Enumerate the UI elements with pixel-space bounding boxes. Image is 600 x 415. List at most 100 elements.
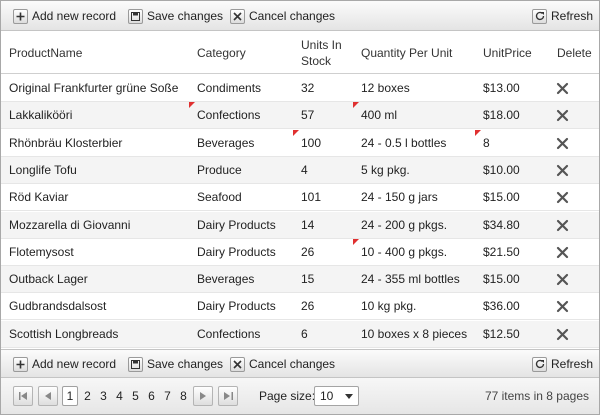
cancel-changes-button[interactable]: Cancel changes xyxy=(230,7,335,25)
save-changes-button-bottom[interactable]: Save changes xyxy=(128,355,223,373)
previous-page-button[interactable] xyxy=(38,386,58,406)
delete-icon[interactable] xyxy=(556,82,569,95)
page-size-select[interactable]: 10 xyxy=(314,386,359,406)
cell-units[interactable]: 6 xyxy=(301,321,308,348)
cell-category[interactable]: Confections xyxy=(197,321,260,348)
cell-name[interactable]: Rhönbräu Klosterbier xyxy=(9,130,122,157)
cell-qty[interactable]: 10 - 400 g pkgs. xyxy=(361,239,447,266)
delete-icon[interactable] xyxy=(556,109,569,122)
delete-icon[interactable] xyxy=(556,137,569,150)
cell-category[interactable]: Produce xyxy=(197,157,242,184)
column-header-productname[interactable]: ProductName xyxy=(9,32,82,74)
table-row[interactable]: Flotemysost Dairy Products 26 10 - 400 g pk… xyxy=(1,238,599,266)
table-row[interactable]: Outback Lager Beverages 15 24 - 355 ml bott… xyxy=(1,266,599,294)
cell-price[interactable]: $36.00 xyxy=(483,293,520,320)
cell-price[interactable]: $12.50 xyxy=(483,321,520,348)
page-number-3[interactable]: 3 xyxy=(97,386,110,406)
cell-units[interactable]: 57 xyxy=(301,102,314,129)
page-number-4[interactable]: 4 xyxy=(113,386,126,406)
cell-category[interactable]: Beverages xyxy=(197,266,254,293)
cell-units[interactable]: 101 xyxy=(301,184,321,211)
cell-qty[interactable]: 12 boxes xyxy=(361,75,410,102)
cell-price[interactable]: $15.00 xyxy=(483,266,520,293)
page-number-8[interactable]: 8 xyxy=(177,386,190,406)
cell-name[interactable]: Scottish Longbreads xyxy=(9,321,118,348)
cell-name[interactable]: Lakkalikööri xyxy=(9,102,72,129)
delete-icon[interactable] xyxy=(556,164,569,177)
column-header-quantity-per-unit[interactable]: Quantity Per Unit xyxy=(361,32,452,74)
table-row[interactable]: Rhönbräu Klosterbier Beverages 100 24 - 0.5… xyxy=(1,129,599,157)
refresh-button[interactable]: Refresh xyxy=(532,7,593,25)
cell-category[interactable]: Beverages xyxy=(197,130,254,157)
last-page-button[interactable] xyxy=(218,386,238,406)
cell-units[interactable]: 26 xyxy=(301,293,314,320)
cell-category[interactable]: Dairy Products xyxy=(197,293,276,320)
delete-icon[interactable] xyxy=(556,273,569,286)
cell-units[interactable]: 26 xyxy=(301,239,314,266)
table-row[interactable]: Longlife Tofu Produce 4 5 kg pkg. $10.00 xyxy=(1,156,599,184)
cell-price[interactable]: $15.00 xyxy=(483,184,520,211)
add-new-record-label: Add new record xyxy=(32,9,117,23)
table-row[interactable]: Mozzarella di Giovanni Dairy Products 14 24… xyxy=(1,211,599,239)
page-number-6[interactable]: 6 xyxy=(145,386,158,406)
cell-qty[interactable]: 24 - 150 g jars xyxy=(361,184,438,211)
cell-name[interactable]: Original Frankfurter grüne Soße xyxy=(9,75,178,102)
cell-category[interactable]: Condiments xyxy=(197,75,261,102)
add-new-record-label: Add new record xyxy=(32,357,117,371)
cell-price[interactable]: $34.80 xyxy=(483,212,520,239)
page-number-1[interactable]: 1 xyxy=(62,386,78,406)
save-changes-button[interactable]: Save changes xyxy=(128,7,223,25)
cell-category[interactable]: Confections xyxy=(197,102,260,129)
page-number-5[interactable]: 5 xyxy=(129,386,142,406)
cell-price[interactable]: 8 xyxy=(483,130,490,157)
page-number-2[interactable]: 2 xyxy=(81,386,94,406)
table-row[interactable]: Lakkalikööri Confections 57 400 ml $18.00 xyxy=(1,102,599,130)
table-row[interactable]: Scottish Longbreads Confections 6 10 boxes … xyxy=(1,320,599,348)
cell-units[interactable]: 100 xyxy=(301,130,321,157)
cell-units[interactable]: 15 xyxy=(301,266,314,293)
cell-units[interactable]: 14 xyxy=(301,212,314,239)
add-new-record-button-bottom[interactable]: Add new record xyxy=(13,355,116,373)
delete-icon[interactable] xyxy=(556,219,569,232)
cell-qty[interactable]: 24 - 200 g pkgs. xyxy=(361,212,447,239)
cell-price[interactable]: $18.00 xyxy=(483,102,520,129)
add-new-record-button[interactable]: Add new record xyxy=(13,7,116,25)
cell-price[interactable]: $21.50 xyxy=(483,239,520,266)
cell-name[interactable]: Longlife Tofu xyxy=(9,157,77,184)
column-header-unitprice[interactable]: UnitPrice xyxy=(483,32,532,74)
cell-qty[interactable]: 400 ml xyxy=(361,102,397,129)
next-page-button[interactable] xyxy=(193,386,213,406)
column-header-category[interactable]: Category xyxy=(197,32,246,74)
cell-name[interactable]: Röd Kaviar xyxy=(9,184,68,211)
delete-icon[interactable] xyxy=(556,328,569,341)
cell-category[interactable]: Dairy Products xyxy=(197,239,276,266)
cell-units[interactable]: 4 xyxy=(301,157,308,184)
column-header-units-in-stock[interactable]: Units In Stock xyxy=(301,32,342,74)
refresh-icon xyxy=(532,8,547,24)
table-row[interactable]: Original Frankfurter grüne Soße Condiment… xyxy=(1,75,599,102)
cell-category[interactable]: Dairy Products xyxy=(197,212,276,239)
table-row[interactable]: Gudbrandsdalsost Dairy Products 26 10 kg pk… xyxy=(1,293,599,321)
cell-qty[interactable]: 5 kg pkg. xyxy=(361,157,410,184)
cancel-changes-button-bottom[interactable]: Cancel changes xyxy=(230,355,335,373)
refresh-button-bottom[interactable]: Refresh xyxy=(532,355,593,373)
page-number-7[interactable]: 7 xyxy=(161,386,174,406)
cell-units[interactable]: 32 xyxy=(301,75,314,102)
page-size-value: 10 xyxy=(320,389,334,403)
cell-price[interactable]: $13.00 xyxy=(483,75,520,102)
cell-name[interactable]: Gudbrandsdalsost xyxy=(9,293,106,320)
cell-category[interactable]: Seafood xyxy=(197,184,242,211)
cell-name[interactable]: Mozzarella di Giovanni xyxy=(9,212,130,239)
delete-icon[interactable] xyxy=(556,300,569,313)
cell-name[interactable]: Outback Lager xyxy=(9,266,88,293)
cell-price[interactable]: $10.00 xyxy=(483,157,520,184)
cell-qty[interactable]: 10 boxes x 8 pieces xyxy=(361,321,467,348)
table-row[interactable]: Röd Kaviar Seafood 101 24 - 150 g jars $15.0… xyxy=(1,184,599,212)
delete-icon[interactable] xyxy=(556,246,569,259)
cell-qty[interactable]: 24 - 355 ml bottles xyxy=(361,266,460,293)
delete-icon[interactable] xyxy=(556,191,569,204)
cell-qty[interactable]: 24 - 0.5 l bottles xyxy=(361,130,446,157)
first-page-button[interactable] xyxy=(13,386,33,406)
cell-name[interactable]: Flotemysost xyxy=(9,239,74,266)
cell-qty[interactable]: 10 kg pkg. xyxy=(361,293,416,320)
